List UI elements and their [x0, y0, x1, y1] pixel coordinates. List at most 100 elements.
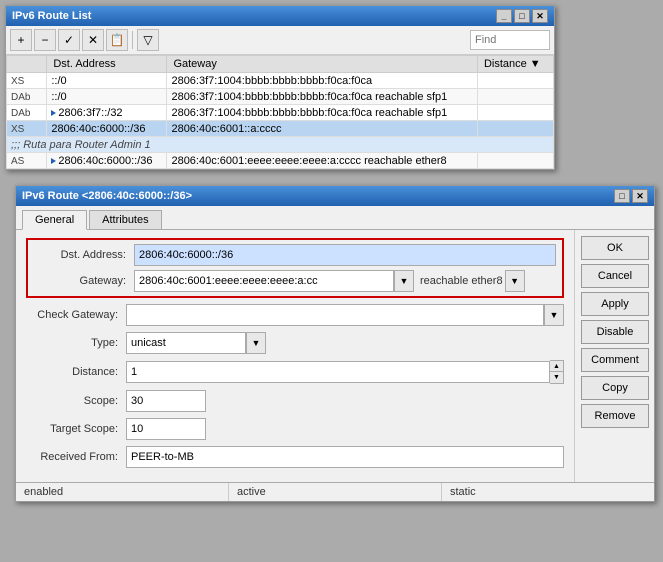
distance-label: Distance:	[26, 366, 126, 378]
row-gateway: 2806:40c:6001::a:cccc	[167, 121, 478, 137]
target-scope-row: Target Scope:	[26, 418, 564, 440]
check-gateway-input[interactable]	[126, 304, 544, 326]
group-label: ;;; Ruta para Router Admin 1	[7, 137, 554, 153]
received-from-input[interactable]	[126, 446, 564, 468]
row-distance	[477, 73, 553, 89]
row-gateway: 2806:3f7:1004:bbbb:bbbb:bbbb:f0ca:f0ca r…	[167, 89, 478, 105]
status-active: active	[229, 483, 442, 501]
tab-general[interactable]: General	[22, 210, 87, 230]
maximize-btn[interactable]: □	[514, 9, 530, 23]
row-distance	[477, 153, 553, 169]
table-row[interactable]: XS 2806:40c:6000::/36 2806:40c:6001::a:c…	[7, 121, 554, 137]
row-type: DAb	[11, 92, 39, 103]
target-scope-label: Target Scope:	[26, 423, 126, 435]
col-dst: Dst. Address	[47, 56, 167, 73]
arrow-icon	[51, 110, 56, 116]
table-row[interactable]: AS 2806:40c:6000::/36 2806:40c:6001:eeee…	[7, 153, 554, 169]
add-btn[interactable]: +	[10, 29, 32, 51]
gateway-input[interactable]	[134, 270, 394, 292]
row-dst: 2806:40c:6000::/36	[47, 121, 167, 137]
col-type	[7, 56, 47, 73]
dst-address-label: Dst. Address:	[34, 249, 134, 261]
ok-button[interactable]: OK	[581, 236, 649, 260]
copy-button[interactable]: Copy	[581, 376, 649, 400]
gateway-row: Gateway: ▼ reachable ether8 ▼	[34, 270, 556, 292]
copy-btn[interactable]: 📋	[106, 29, 128, 51]
type-input[interactable]	[126, 332, 246, 354]
target-scope-input[interactable]	[126, 418, 206, 440]
scope-input[interactable]	[126, 390, 206, 412]
cancel-button[interactable]: Cancel	[581, 264, 649, 288]
detail-minimize-btn[interactable]: □	[614, 189, 630, 203]
distance-row: Distance: ▲ ▼	[26, 360, 564, 384]
table-row[interactable]: XS ::/0 2806:3f7:1004:bbbb:bbbb:bbbb:f0c…	[7, 73, 554, 89]
dst-address-input[interactable]	[134, 244, 556, 266]
check-gateway-label: Check Gateway:	[26, 309, 126, 321]
row-distance	[477, 105, 553, 121]
col-distance: Distance ▼	[477, 56, 553, 73]
route-detail-window: IPv6 Route <2806:40c:6000::/36> □ ✕ Gene…	[15, 185, 655, 502]
gateway-suffix-dropdown-btn[interactable]: ▼	[505, 270, 525, 292]
row-distance	[477, 121, 553, 137]
button-panel: OK Cancel Apply Disable Comment Copy Rem…	[574, 230, 654, 482]
filter-btn[interactable]: ▽	[137, 29, 159, 51]
type-dropdown-btn[interactable]: ▼	[246, 332, 266, 354]
type-label: Type:	[26, 337, 126, 349]
scope-row: Scope:	[26, 390, 564, 412]
dst-address-row: Dst. Address:	[34, 244, 556, 266]
comment-button[interactable]: Comment	[581, 348, 649, 372]
check-btn[interactable]: ✓	[58, 29, 80, 51]
cross-btn[interactable]: ✕	[82, 29, 104, 51]
status-bar: enabled active static	[16, 482, 654, 501]
form-area: Dst. Address: Gateway: ▼ reachable ether…	[16, 230, 574, 482]
col-gateway: Gateway	[167, 56, 478, 73]
detail-titlebar-buttons: □ ✕	[614, 189, 648, 203]
titlebar-buttons: _ □ ✕	[496, 9, 548, 23]
row-gateway: 2806:3f7:1004:bbbb:bbbb:bbbb:f0ca:f0ca r…	[167, 105, 478, 121]
row-type: XS	[11, 124, 39, 135]
remove-button[interactable]: Remove	[581, 404, 649, 428]
check-gateway-dropdown-btn[interactable]: ▼	[544, 304, 564, 326]
distance-spin-down[interactable]: ▼	[550, 372, 563, 383]
route-table: Dst. Address Gateway Distance ▼ XS ::/0 …	[6, 55, 554, 169]
detail-content: Dst. Address: Gateway: ▼ reachable ether…	[16, 230, 654, 482]
separator1	[132, 31, 133, 49]
minimize-btn[interactable]: _	[496, 9, 512, 23]
arrow-icon	[51, 158, 56, 164]
row-type: AS	[11, 156, 39, 167]
detail-close-btn[interactable]: ✕	[632, 189, 648, 203]
table-row[interactable]: DAb 2806:3f7::/32 2806:3f7:1004:bbbb:bbb…	[7, 105, 554, 121]
find-input[interactable]	[470, 30, 550, 50]
apply-button[interactable]: Apply	[581, 292, 649, 316]
route-detail-title: IPv6 Route <2806:40c:6000::/36>	[22, 190, 192, 202]
row-dst: 2806:40c:6000::/36	[47, 153, 167, 169]
tab-bar: General Attributes	[16, 206, 654, 230]
row-dst: 2806:3f7::/32	[47, 105, 167, 121]
gateway-suffix: reachable ether8	[420, 275, 503, 287]
close-btn[interactable]: ✕	[532, 9, 548, 23]
distance-spin-up[interactable]: ▲	[550, 361, 563, 372]
gateway-dropdown-btn[interactable]: ▼	[394, 270, 414, 292]
distance-input[interactable]	[126, 361, 550, 383]
check-gateway-row: Check Gateway: ▼	[26, 304, 564, 326]
row-distance	[477, 89, 553, 105]
row-dst: ::/0	[47, 73, 167, 89]
status-static: static	[442, 483, 654, 501]
row-gateway: 2806:40c:6001:eeee:eeee:eeee:a:cccc reac…	[167, 153, 478, 169]
type-row: Type: ▼	[26, 332, 564, 354]
tab-attributes[interactable]: Attributes	[89, 210, 161, 229]
received-from-row: Received From:	[26, 446, 564, 468]
row-type: DAb	[11, 108, 39, 119]
received-from-label: Received From:	[26, 451, 126, 463]
route-list-titlebar: IPv6 Route List _ □ ✕	[6, 6, 554, 26]
disable-button[interactable]: Disable	[581, 320, 649, 344]
route-list-title: IPv6 Route List	[12, 10, 91, 22]
row-dst: ::/0	[47, 89, 167, 105]
remove-btn[interactable]: −	[34, 29, 56, 51]
status-enabled: enabled	[16, 483, 229, 501]
route-detail-titlebar: IPv6 Route <2806:40c:6000::/36> □ ✕	[16, 186, 654, 206]
table-row[interactable]: DAb ::/0 2806:3f7:1004:bbbb:bbbb:bbbb:f0…	[7, 89, 554, 105]
table-row-group: ;;; Ruta para Router Admin 1	[7, 137, 554, 153]
row-type: XS	[11, 76, 39, 87]
scope-label: Scope:	[26, 395, 126, 407]
